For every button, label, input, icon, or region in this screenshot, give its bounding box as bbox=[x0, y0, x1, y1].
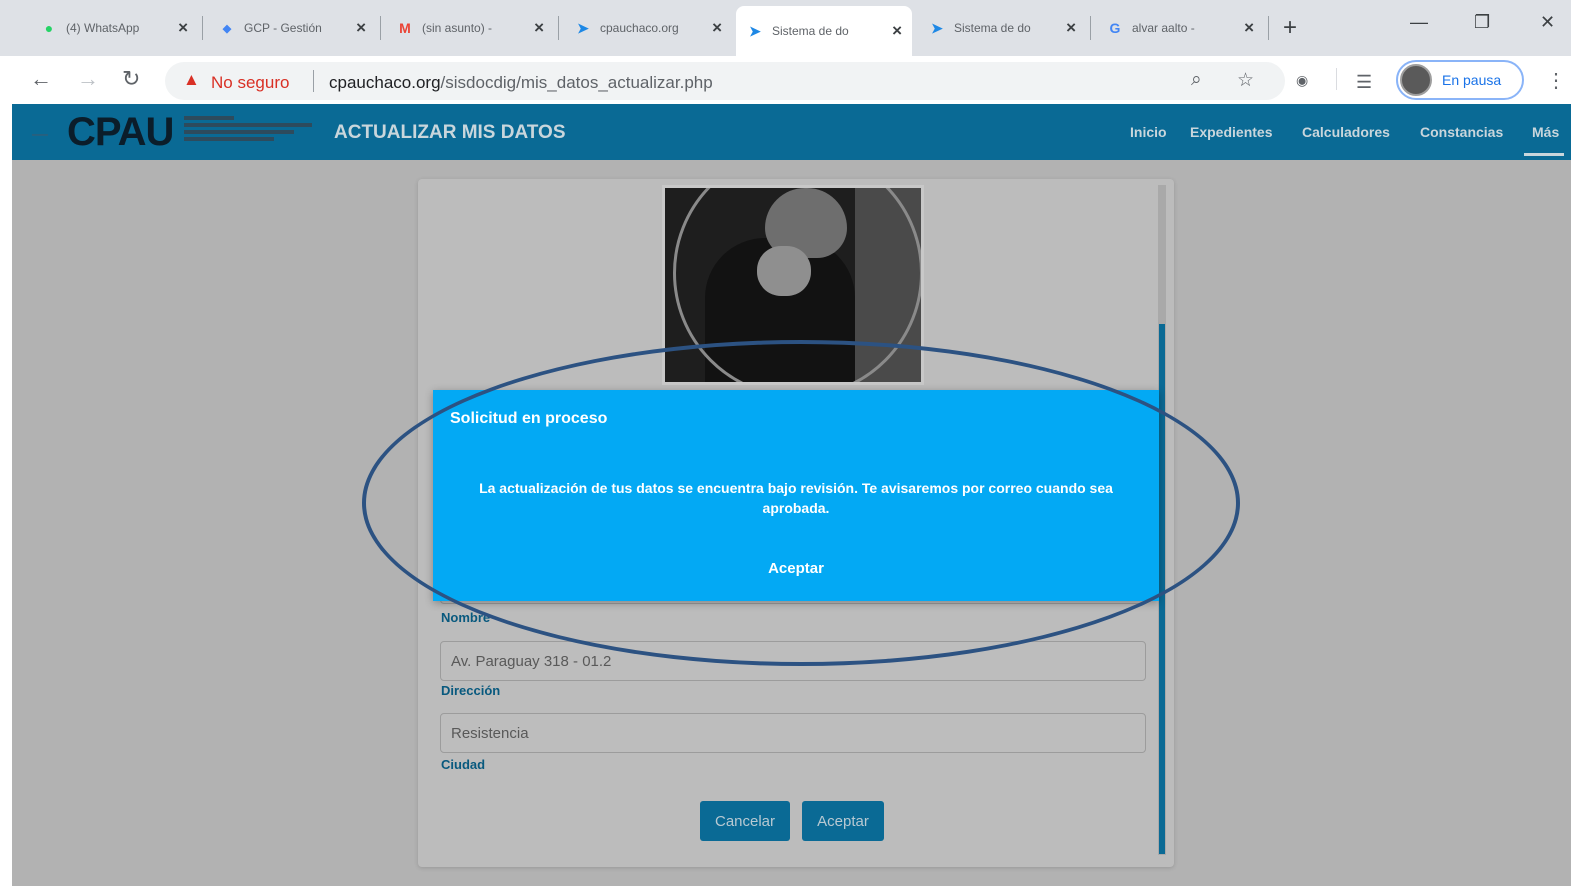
browser-tab-strip: ● (4) WhatsApp × ◆ GCP - Gestión × M (si… bbox=[0, 0, 1571, 56]
restore-icon[interactable]: ❐ bbox=[1474, 12, 1490, 33]
gmail-icon: M bbox=[399, 20, 411, 36]
extension-icon[interactable]: ◉ bbox=[1296, 72, 1308, 89]
tab-whatsapp[interactable]: ● (4) WhatsApp × bbox=[30, 8, 198, 48]
cpau-icon: ➤ bbox=[749, 22, 761, 39]
tab-sistema[interactable]: ➤ Sistema de do × bbox=[918, 8, 1086, 48]
tab-separator bbox=[1090, 16, 1091, 40]
warning-triangle-icon: ▲ bbox=[183, 70, 200, 89]
tab-separator bbox=[202, 16, 203, 40]
avatar bbox=[1400, 64, 1432, 96]
close-icon[interactable]: × bbox=[534, 18, 544, 38]
whatsapp-icon: ● bbox=[44, 20, 54, 36]
close-icon[interactable]: × bbox=[1244, 18, 1254, 38]
close-icon[interactable]: × bbox=[178, 18, 188, 38]
site-header: — CPAU ACTUALIZAR MIS DATOS Inicio Exped… bbox=[12, 104, 1571, 160]
tab-cpauchaco[interactable]: ➤ cpauchaco.org × bbox=[564, 8, 732, 48]
cpau-icon: ➤ bbox=[931, 19, 943, 36]
ciudad-input[interactable]: Resistencia bbox=[440, 713, 1146, 753]
reading-list-icon[interactable]: ☰ bbox=[1356, 72, 1372, 93]
site-logo[interactable]: CPAU bbox=[67, 110, 174, 155]
browser-toolbar: ← → ↻ ▲ No seguro cpauchaco.org/sisdocdi… bbox=[0, 56, 1571, 104]
toolbar-separator bbox=[1336, 68, 1337, 90]
google-icon: G bbox=[1109, 20, 1121, 36]
tab-google[interactable]: G alvar aalto - × bbox=[1096, 8, 1264, 48]
tab-separator bbox=[1268, 16, 1269, 40]
hamburger-icon[interactable]: — bbox=[32, 126, 48, 144]
cpau-icon: ➤ bbox=[577, 19, 589, 36]
minimize-icon[interactable]: — bbox=[1410, 12, 1428, 33]
new-tab-plus-icon[interactable]: + bbox=[1283, 14, 1297, 42]
url-text[interactable]: cpauchaco.org/sisdocdig/mis_datos_actual… bbox=[329, 73, 713, 93]
nav-active-indicator bbox=[1524, 153, 1564, 156]
nav-expedientes[interactable]: Expedientes bbox=[1190, 124, 1272, 140]
close-icon[interactable]: × bbox=[356, 18, 366, 38]
address-bar[interactable]: ▲ No seguro cpauchaco.org/sisdocdig/mis_… bbox=[165, 62, 1285, 100]
nav-calculadores[interactable]: Calculadores bbox=[1302, 124, 1390, 140]
gcp-icon: ◆ bbox=[222, 22, 232, 35]
url-separator bbox=[313, 70, 314, 92]
nav-inicio[interactable]: Inicio bbox=[1130, 124, 1167, 140]
cancel-button[interactable]: Cancelar bbox=[700, 801, 790, 841]
nav-constancias[interactable]: Constancias bbox=[1420, 124, 1503, 140]
profile-button[interactable]: En pausa bbox=[1396, 60, 1524, 100]
back-arrow-icon[interactable]: ← bbox=[30, 66, 52, 92]
forward-arrow-icon[interactable]: → bbox=[77, 66, 99, 92]
ciudad-label: Ciudad bbox=[441, 757, 486, 772]
page-title: ACTUALIZAR MIS DATOS bbox=[334, 122, 566, 143]
window-close-icon[interactable]: ✕ bbox=[1540, 12, 1555, 33]
tab-separator bbox=[380, 16, 381, 40]
reload-icon[interactable]: ↻ bbox=[122, 66, 140, 92]
close-icon[interactable]: × bbox=[1066, 18, 1076, 38]
search-zoom-icon[interactable]: ⌕ bbox=[1191, 69, 1202, 91]
tab-sistema-active[interactable]: ➤ Sistema de do × bbox=[736, 6, 912, 56]
tab-separator bbox=[558, 16, 559, 40]
logo-tagline-graphic bbox=[184, 116, 312, 146]
direccion-label: Dirección bbox=[441, 683, 501, 698]
tab-gmail[interactable]: M (sin asunto) - × bbox=[386, 8, 554, 48]
menu-kebab-icon[interactable]: ⋮ bbox=[1546, 68, 1566, 93]
nav-mas[interactable]: Más bbox=[1532, 124, 1559, 140]
close-icon[interactable]: × bbox=[892, 21, 902, 41]
close-icon[interactable]: × bbox=[712, 18, 722, 38]
tab-gcp[interactable]: ◆ GCP - Gestión × bbox=[208, 8, 376, 48]
bookmark-star-icon[interactable]: ☆ bbox=[1237, 69, 1254, 92]
submit-button[interactable]: Aceptar bbox=[802, 801, 884, 841]
annotation-ellipse bbox=[362, 340, 1240, 666]
security-status[interactable]: No seguro bbox=[211, 73, 289, 93]
